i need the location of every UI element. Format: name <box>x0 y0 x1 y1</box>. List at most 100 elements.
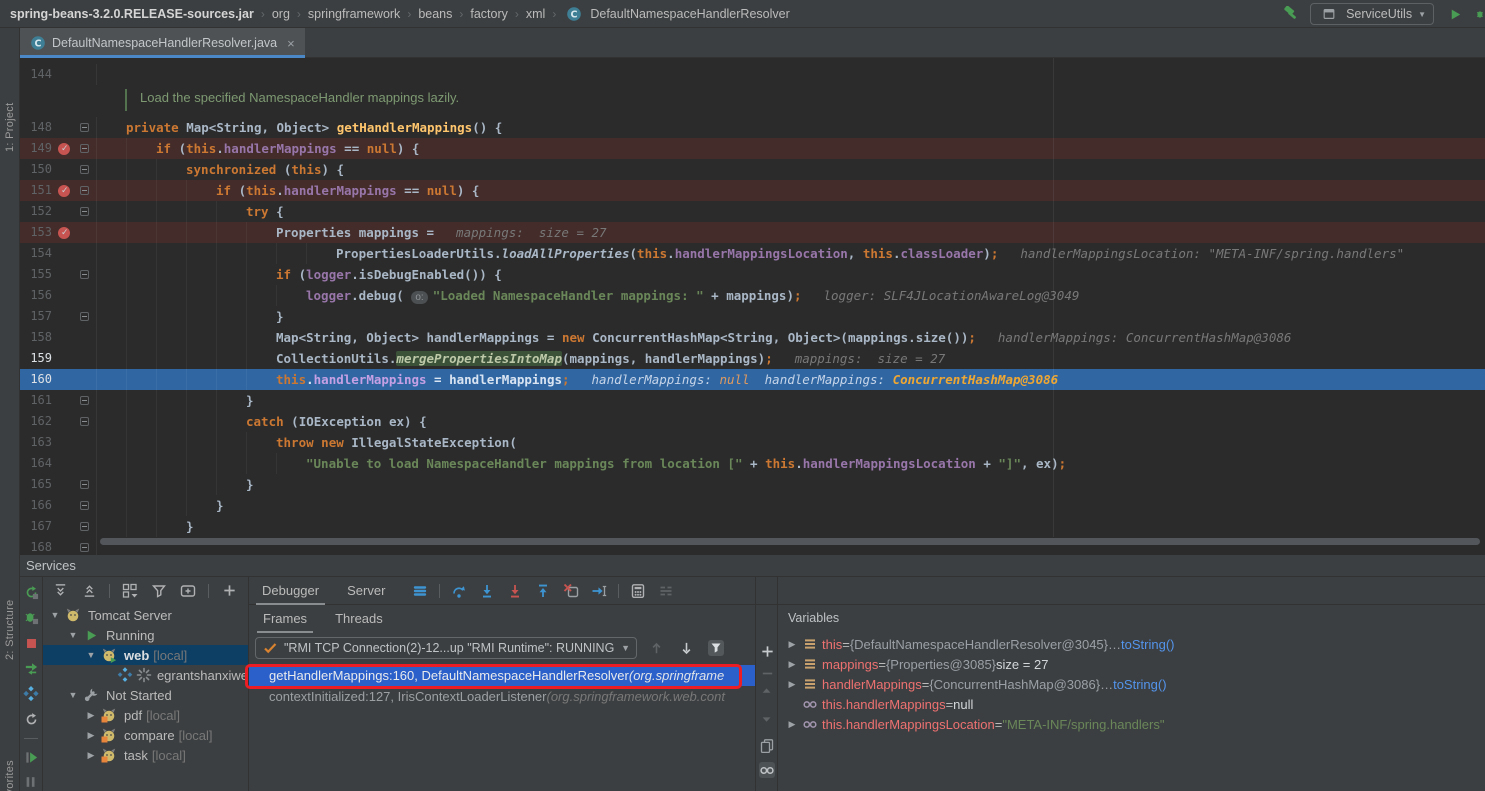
pause-icon[interactable] <box>20 774 42 791</box>
frame-down-icon[interactable] <box>675 637 697 659</box>
code-line-153[interactable]: 153✓Properties mappings =mappings: size … <box>20 222 1485 243</box>
frames-filter-icon[interactable] <box>705 637 727 659</box>
collapse-all-icon[interactable] <box>78 580 100 602</box>
expand-icon[interactable]: ▶ <box>786 639 798 650</box>
tree-item-compare[interactable]: ▶compare[local] <box>43 725 248 745</box>
expand-icon[interactable]: ▶ <box>786 679 798 690</box>
fold-marker[interactable] <box>80 144 89 153</box>
code-line-160[interactable]: 160this.handlerMappings = handlerMapping… <box>20 369 1485 390</box>
variable-row-2[interactable]: ▶handlerMappings = {ConcurrentHashMap@30… <box>778 674 1485 694</box>
variable-row-4[interactable]: ▶this.handlerMappingsLocation = "META-IN… <box>778 714 1485 734</box>
code-line-152[interactable]: 152try { <box>20 201 1485 222</box>
breakpoint-icon[interactable]: ✓ <box>58 185 70 197</box>
tostring-link[interactable]: toString() <box>1121 637 1174 652</box>
tostring-link[interactable]: toString() <box>1113 677 1166 692</box>
run-configuration-selector[interactable]: ServiceUtils▼ <box>1310 3 1434 25</box>
code-line-157[interactable]: 157} <box>20 306 1485 327</box>
code-line-144[interactable]: 144 <box>20 64 1485 85</box>
code-line-161[interactable]: 161} <box>20 390 1485 411</box>
breadcrumb-item-springframework[interactable]: springframework <box>308 7 400 21</box>
tree-expand-icon[interactable]: ▼ <box>66 630 80 640</box>
thread-selector[interactable]: "RMI TCP Connection(2)-12...up "RMI Runt… <box>255 637 637 659</box>
fold-marker[interactable] <box>80 396 89 405</box>
sidebar-item-project[interactable]: 1: Project <box>0 62 20 152</box>
fold-marker[interactable] <box>80 417 89 426</box>
fold-marker[interactable] <box>80 543 89 552</box>
tree-item-tomcat-server[interactable]: ▼Tomcat Server <box>43 605 248 625</box>
scroll-up-icon[interactable] <box>759 683 775 699</box>
tab-defaultnamespacehandlerresolver[interactable]: C DefaultNamespaceHandlerResolver.java × <box>20 28 305 58</box>
code-line-167[interactable]: 167} <box>20 516 1485 537</box>
code-line-159[interactable]: 159CollectionUtils.mergePropertiesIntoMa… <box>20 348 1485 369</box>
tree-item-not-started[interactable]: ▼Not Started <box>43 685 248 705</box>
fold-marker[interactable] <box>80 522 89 531</box>
tree-expand-icon[interactable]: ▶ <box>84 750 98 761</box>
tree-item-pdf[interactable]: ▶pdf[local] <box>43 705 248 725</box>
code-line-155[interactable]: 155if (logger.isDebugEnabled()) { <box>20 264 1485 285</box>
new-frame-icon[interactable] <box>177 580 199 602</box>
deploy-icon[interactable] <box>20 685 42 702</box>
tree-expand-icon[interactable]: ▶ <box>84 730 98 741</box>
breadcrumb-item-beans[interactable]: beans <box>418 7 452 21</box>
tree-expand-icon[interactable]: ▼ <box>48 610 62 620</box>
code-line-154[interactable]: 154PropertiesLoaderUtils.loadAllProperti… <box>20 243 1485 264</box>
tree-expand-icon[interactable]: ▼ <box>84 650 98 660</box>
tree-item-web[interactable]: ▼web[local] <box>43 645 248 665</box>
code-line-151[interactable]: 151✓if (this.handlerMappings == null) { <box>20 180 1485 201</box>
breakpoint-icon[interactable]: ✓ <box>58 227 70 239</box>
breakpoint-icon[interactable]: ✓ <box>58 143 70 155</box>
sidebar-item-structure[interactable]: 2: Structure <box>0 560 20 660</box>
services-panel-header[interactable]: Services <box>20 555 1485 577</box>
code-line-149[interactable]: 149✓if (this.handlerMappings == null) { <box>20 138 1485 159</box>
tab-threads[interactable]: Threads <box>321 605 397 633</box>
rerun-icon[interactable] <box>20 584 42 601</box>
frame-row-0[interactable]: getHandlerMappings:160, DefaultNamespace… <box>249 665 756 686</box>
build-hammer-icon[interactable] <box>1278 3 1300 25</box>
variable-row-0[interactable]: ▶this = {DefaultNamespaceHandlerResolver… <box>778 634 1485 654</box>
tree-item-task[interactable]: ▶task[local] <box>43 745 248 765</box>
tab-frames[interactable]: Frames <box>249 605 321 633</box>
sidebar-item-favorites[interactable]: Favorites <box>0 728 20 791</box>
add-icon[interactable] <box>218 580 240 602</box>
code-line-148[interactable]: 148private Map<String, Object> getHandle… <box>20 117 1485 138</box>
frame-row-1[interactable]: contextInitialized:127, IrisContextLoade… <box>249 686 756 707</box>
code-line-164[interactable]: 164"Unable to load NamespaceHandler mapp… <box>20 453 1485 474</box>
fold-marker[interactable] <box>80 480 89 489</box>
fold-marker[interactable] <box>80 312 89 321</box>
code-editor[interactable]: 144Load the specified NamespaceHandler m… <box>20 58 1485 555</box>
tree-item-running[interactable]: ▼Running <box>43 625 248 645</box>
remove-watch-icon[interactable] <box>759 665 775 681</box>
run-icon[interactable] <box>1444 3 1466 25</box>
code-line-150[interactable]: 150synchronized (this) { <box>20 159 1485 180</box>
tree-expand-icon[interactable]: ▼ <box>66 690 80 700</box>
breadcrumb-item-xml[interactable]: xml <box>526 7 545 21</box>
stop-icon[interactable] <box>20 635 42 652</box>
filter-icon[interactable] <box>148 580 170 602</box>
show-watches-icon[interactable] <box>759 762 775 778</box>
copy-value-icon[interactable] <box>759 738 775 754</box>
horizontal-scrollbar[interactable] <box>100 538 1480 545</box>
code-line-156[interactable]: 156logger.debug( o:"Loaded NamespaceHand… <box>20 285 1485 306</box>
breadcrumb-item-org[interactable]: org <box>272 7 290 21</box>
add-watch-icon[interactable] <box>759 643 775 659</box>
refresh-icon[interactable] <box>20 710 42 727</box>
fold-marker[interactable] <box>80 270 89 279</box>
tree-expand-icon[interactable]: ▶ <box>84 710 98 721</box>
variable-row-3[interactable]: this.handlerMappings = null <box>778 694 1485 714</box>
fold-marker[interactable] <box>80 165 89 174</box>
code-line-163[interactable]: 163throw new IllegalStateException( <box>20 432 1485 453</box>
fold-marker[interactable] <box>80 123 89 132</box>
fold-marker[interactable] <box>80 186 89 195</box>
fold-marker[interactable] <box>80 501 89 510</box>
scroll-down-icon[interactable] <box>759 712 775 728</box>
resume-icon[interactable] <box>20 748 42 765</box>
rerun-debug-icon[interactable] <box>20 609 42 626</box>
frame-up-icon[interactable] <box>645 637 667 659</box>
code-line-165[interactable]: 165} <box>20 474 1485 495</box>
expand-icon[interactable]: ▶ <box>786 719 798 730</box>
code-line-158[interactable]: 158Map<String, Object> handlerMappings =… <box>20 327 1485 348</box>
code-line-166[interactable]: 166} <box>20 495 1485 516</box>
variable-row-1[interactable]: ▶mappings = {Properties@3085} size = 27 <box>778 654 1485 674</box>
group-by-icon[interactable] <box>119 580 141 602</box>
fold-marker[interactable] <box>80 207 89 216</box>
